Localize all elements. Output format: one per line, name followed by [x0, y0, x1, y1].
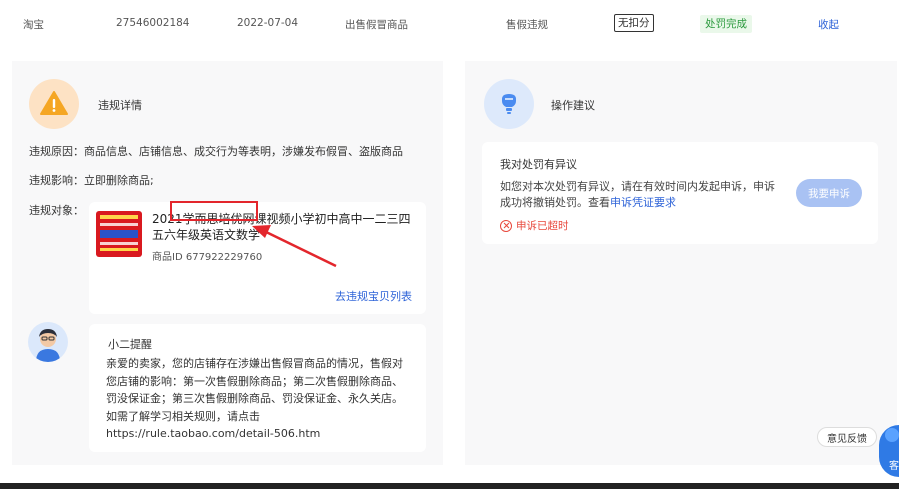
reason-label: 违规原因： — [29, 145, 84, 158]
date-cell: 2022-07-04 — [237, 17, 299, 29]
annotation-highlight-box — [170, 201, 258, 221]
reason-value: 商品信息、店铺信息、成交行为等表明，涉嫌发布假冒、盗版商品 — [84, 145, 403, 158]
category-cell: 售假违规 — [506, 19, 548, 31]
status-badge: 处罚完成 — [700, 15, 752, 33]
reminder-title: 小二提醒 — [108, 338, 152, 351]
appeal-expired-status: 申诉已超时 — [500, 218, 569, 233]
appeal-proof-link[interactable]: 申诉凭证要求 — [610, 196, 676, 209]
assistant-avatar — [28, 322, 68, 362]
deduction-badge: 无扣分 — [614, 14, 654, 32]
violation-items-list-link[interactable]: 去违规宝贝列表 — [335, 288, 412, 304]
feedback-button[interactable]: 意见反馈 — [817, 427, 877, 447]
warning-icon — [29, 79, 79, 129]
appeal-button[interactable]: 我要申诉 — [796, 179, 862, 207]
product-id-label: 商品ID — [152, 252, 183, 263]
chat-icon — [885, 428, 899, 442]
impact-line: 违规影响：立即删除商品; — [29, 172, 154, 188]
object-label: 违规对象： — [29, 204, 84, 217]
appeal-text: 如您对本次处罚有异议，请在有效时间内发起申诉，申诉成功将撤销处罚。查看申诉凭证要… — [500, 179, 782, 211]
violation-type-cell: 出售假冒商品 — [345, 19, 408, 31]
float-button-label: 客 — [889, 461, 899, 472]
details-title: 违规详情 — [98, 99, 142, 112]
impact-label: 违规影响： — [29, 174, 84, 187]
close-circle-icon — [500, 219, 512, 232]
product-id-value: 677922229760 — [185, 252, 263, 263]
platform-cell: 淘宝 — [23, 19, 44, 31]
impact-value: 立即删除商品; — [84, 174, 154, 187]
reminder-text: 亲爱的卖家，您的店铺存在涉嫌出售假冒商品的情况，售假对您店铺的影响：第一次售假删… — [106, 357, 403, 440]
advice-title: 操作建议 — [551, 99, 595, 112]
bottom-edge-bar — [0, 483, 899, 489]
record-id-cell: 27546002184 — [116, 17, 190, 29]
appeal-expired-text: 申诉已超时 — [516, 220, 569, 232]
appeal-title: 我对处罚有异议 — [500, 158, 577, 171]
violation-summary-row: 淘宝 27546002184 2022-07-04 出售假冒商品 售假违规 无扣… — [0, 0, 899, 48]
customer-service-float-button[interactable]: 客 — [879, 425, 899, 477]
reason-line: 违规原因：商品信息、店铺信息、成交行为等表明，涉嫌发布假冒、盗版商品 — [29, 143, 403, 159]
collapse-link[interactable]: 收起 — [818, 17, 839, 32]
product-thumbnail[interactable] — [96, 211, 142, 257]
lightbulb-icon — [484, 79, 534, 129]
product-id: 商品ID 677922229760 — [152, 248, 262, 263]
